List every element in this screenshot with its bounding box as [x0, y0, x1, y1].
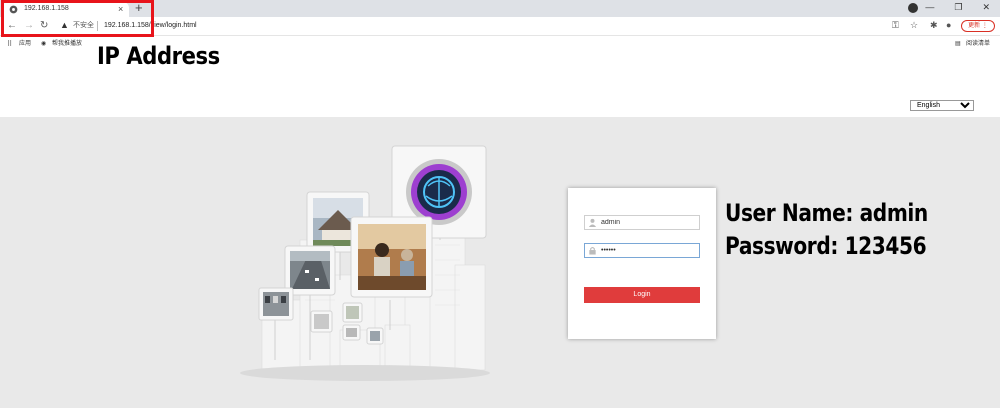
address-highlight-box: [1, 0, 154, 37]
user-icon: [588, 218, 597, 227]
password-input[interactable]: [601, 245, 697, 256]
family-camera-tile: [350, 216, 433, 298]
lock-icon: [589, 247, 596, 255]
login-panel: Login: [568, 188, 716, 339]
ip-address-annotation: IP Address: [97, 42, 220, 70]
parking-camera-tile: [258, 287, 294, 321]
screenshot: 192.168.1.158 × + — ❐ ✕ ← → ↻ ▲ 不安全 192.…: [0, 0, 1000, 418]
username-field[interactable]: [584, 215, 700, 230]
username-input[interactable]: [601, 217, 697, 228]
ground-shadow: [240, 365, 490, 381]
login-button[interactable]: Login: [584, 287, 700, 303]
traffic-camera-tile: [284, 245, 336, 296]
username-annotation: User Name: admin: [725, 199, 928, 227]
password-field[interactable]: [584, 243, 700, 258]
password-annotation: Password: 123456: [725, 232, 927, 260]
